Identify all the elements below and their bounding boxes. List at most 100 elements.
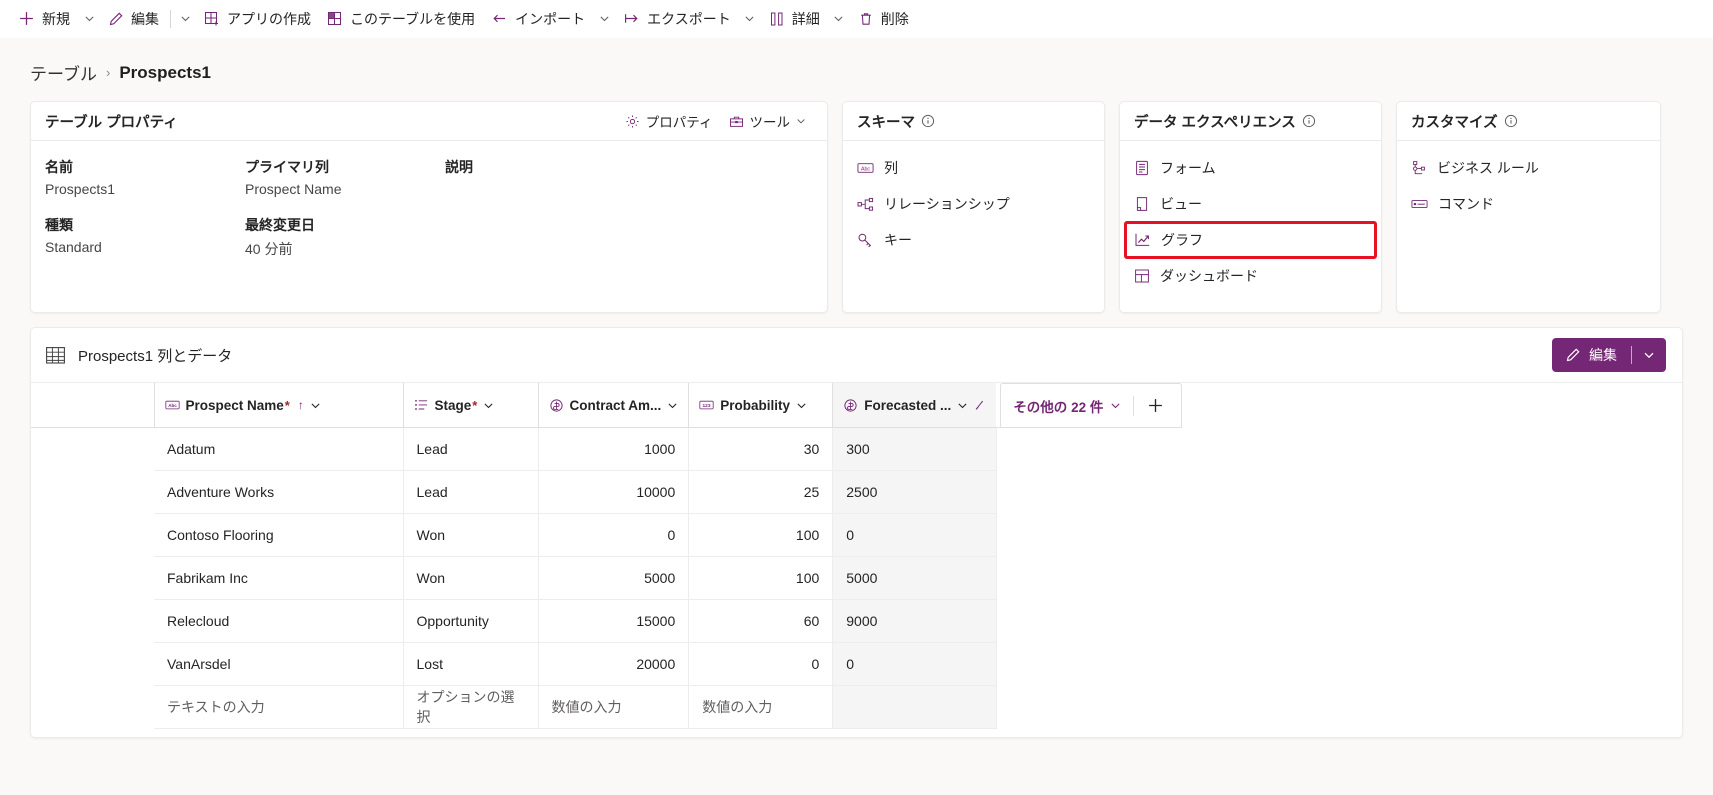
cell-probability[interactable]: 25 xyxy=(688,470,834,514)
info-circle-icon[interactable] xyxy=(1504,114,1518,128)
new-cell-placeholder: オプションの選択 xyxy=(416,689,515,725)
cell-contract-amount[interactable]: 10000 xyxy=(538,470,690,514)
command-toolbar: 新規 編集 アプリの作成 このテーブルを使用 インポート エクスポート 詳細 削… xyxy=(0,0,1713,38)
data-grid-wrapper[interactable]: Abc Prospect Name * ↑ Stage * Contract A… xyxy=(31,383,1682,737)
dx-link-forms[interactable]: フォーム xyxy=(1126,151,1375,185)
data-experience-card-header: データ エクスペリエンス xyxy=(1120,102,1381,141)
grid-edit-button-main[interactable]: 編集 xyxy=(1552,338,1631,372)
cell-contract-amount[interactable]: 1000 xyxy=(538,427,690,471)
cell-contract-amount[interactable]: 5000 xyxy=(538,556,690,600)
properties-button[interactable]: プロパティ xyxy=(618,107,720,135)
breadcrumb-parent-link[interactable]: テーブル xyxy=(30,60,97,85)
tools-button[interactable]: ツール xyxy=(722,107,814,135)
chevron-down-icon[interactable] xyxy=(310,400,321,411)
cell-probability[interactable]: 60 xyxy=(688,599,834,643)
toolbar-export-caret[interactable] xyxy=(739,4,761,34)
table-row[interactable]: Adventure Works Lead 10000 25 2500 xyxy=(31,470,1182,514)
cell-forecasted[interactable]: 0 xyxy=(832,513,997,557)
cell-forecasted[interactable]: 9000 xyxy=(832,599,997,643)
column-header-prospect-name[interactable]: Abc Prospect Name * ↑ xyxy=(153,383,403,428)
column-header-probability[interactable]: 123 Probability xyxy=(688,383,833,428)
more-columns-label: その他の 22 件 xyxy=(1013,399,1104,415)
grid-edit-button[interactable]: 編集 xyxy=(1552,338,1666,372)
cell-stage[interactable]: Lost xyxy=(403,642,539,686)
required-indicator: * xyxy=(472,397,478,413)
toolbar-create-app-button[interactable]: アプリの作成 xyxy=(196,4,319,34)
toolbar-use-this-table-button[interactable]: このテーブルを使用 xyxy=(319,4,483,34)
chevron-down-icon[interactable] xyxy=(483,400,494,411)
customize-link-commands[interactable]: コマンド xyxy=(1403,187,1654,221)
toolbar-new-button[interactable]: 新規 xyxy=(10,4,78,34)
cell-contract-amount[interactable]: 20000 xyxy=(538,642,690,686)
cell-prospect-name[interactable]: Relecloud xyxy=(154,599,404,643)
cell-forecasted[interactable]: 5000 xyxy=(832,556,997,600)
toolbar-new-caret[interactable] xyxy=(78,4,100,34)
more-columns-button[interactable]: その他の 22 件 xyxy=(1001,385,1133,427)
schema-link-relationships[interactable]: リレーションシップ xyxy=(849,187,1098,221)
cell-probability[interactable]: 100 xyxy=(688,513,834,557)
toolbar-edit-button[interactable]: 編集 xyxy=(100,4,167,34)
table-row[interactable]: VanArsdel Lost 20000 0 0 xyxy=(31,642,1182,686)
cell-stage[interactable]: Won xyxy=(403,513,539,557)
info-circle-icon[interactable] xyxy=(921,114,935,128)
chevron-down-icon[interactable] xyxy=(796,400,807,411)
toolbar-import-caret[interactable] xyxy=(593,4,615,34)
cell-prospect-name[interactable]: VanArsdel xyxy=(154,642,404,686)
breadcrumb-separator: › xyxy=(105,65,111,80)
dx-link-views-label: ビュー xyxy=(1160,196,1202,212)
cell-stage[interactable]: Lead xyxy=(403,470,539,514)
cell-probability[interactable]: 100 xyxy=(688,556,834,600)
info-circle-icon[interactable] xyxy=(1302,114,1316,128)
column-header-stage[interactable]: Stage * xyxy=(402,383,538,428)
cell-forecasted[interactable]: 300 xyxy=(832,427,997,471)
cell-contract-amount[interactable]: 0 xyxy=(538,513,690,557)
schema-link-keys[interactable]: キー xyxy=(849,223,1098,257)
add-column-button[interactable] xyxy=(1134,385,1176,427)
dx-link-charts[interactable]: グラフ xyxy=(1124,221,1377,259)
cell-stage[interactable]: Won xyxy=(403,556,539,600)
plus-icon xyxy=(18,10,35,27)
new-cell-contract-amount[interactable]: 数値の入力 xyxy=(538,685,690,729)
toolbar-import-button[interactable]: インポート xyxy=(483,4,593,34)
column-header-forecasted-label: Forecasted ... xyxy=(864,397,952,413)
cell-probability[interactable]: 0 xyxy=(688,642,834,686)
customize-link-business-rules[interactable]: ビジネス ルール xyxy=(1403,151,1654,185)
toolbar-details-caret[interactable] xyxy=(828,4,850,34)
cell-prospect-name[interactable]: Fabrikam Inc xyxy=(154,556,404,600)
chevron-down-icon[interactable] xyxy=(957,400,968,411)
prop-value-last-modified: 40 分前 xyxy=(245,241,293,257)
toolbar-delete-button[interactable]: 削除 xyxy=(850,4,917,34)
cell-forecasted[interactable]: 2500 xyxy=(832,470,997,514)
new-cell-stage[interactable]: オプションの選択 xyxy=(403,685,539,729)
dx-link-dashboards[interactable]: ダッシュボード xyxy=(1126,259,1375,293)
toolbar-details-button[interactable]: 詳細 xyxy=(761,4,828,34)
table-row[interactable]: Relecloud Opportunity 15000 60 9000 xyxy=(31,599,1182,643)
row-gutter xyxy=(31,557,154,600)
column-header-contract-amount[interactable]: Contract Am... xyxy=(537,383,689,428)
cell-forecasted[interactable]: 0 xyxy=(832,642,997,686)
cell-stage[interactable]: Opportunity xyxy=(403,599,539,643)
cell-contract-amount[interactable]: 15000 xyxy=(538,599,690,643)
toolbar-export-button[interactable]: エクスポート xyxy=(615,4,739,34)
cell-text: 10000 xyxy=(636,484,676,500)
cell-stage[interactable]: Lead xyxy=(403,427,539,471)
new-record-row[interactable]: テキストの入力 オプションの選択 数値の入力 数値の入力 xyxy=(31,685,1182,729)
table-row[interactable]: Fabrikam Inc Won 5000 100 5000 xyxy=(31,556,1182,600)
table-row[interactable]: Contoso Flooring Won 0 100 0 xyxy=(31,513,1182,557)
table-row[interactable]: Adatum Lead 1000 30 300 xyxy=(31,427,1182,471)
dx-link-views[interactable]: ビュー xyxy=(1126,187,1375,221)
new-cell-prospect-name[interactable]: テキストの入力 xyxy=(154,685,404,729)
abc-icon: Abc xyxy=(164,399,180,411)
cell-prospect-name[interactable]: Adatum xyxy=(154,427,404,471)
row-gutter xyxy=(31,514,154,557)
cell-prospect-name[interactable]: Adventure Works xyxy=(154,470,404,514)
grid-edit-button-caret[interactable] xyxy=(1632,338,1666,372)
schema-link-columns[interactable]: Abc 列 xyxy=(849,151,1098,185)
customize-card-title: カスタマイズ xyxy=(1411,114,1498,131)
column-header-forecasted[interactable]: Forecasted ... xyxy=(832,383,997,428)
new-cell-probability[interactable]: 数値の入力 xyxy=(688,685,834,729)
chevron-down-icon[interactable] xyxy=(667,400,678,411)
toolbar-edit-caret[interactable] xyxy=(174,4,196,34)
cell-probability[interactable]: 30 xyxy=(688,427,834,471)
cell-prospect-name[interactable]: Contoso Flooring xyxy=(154,513,404,557)
